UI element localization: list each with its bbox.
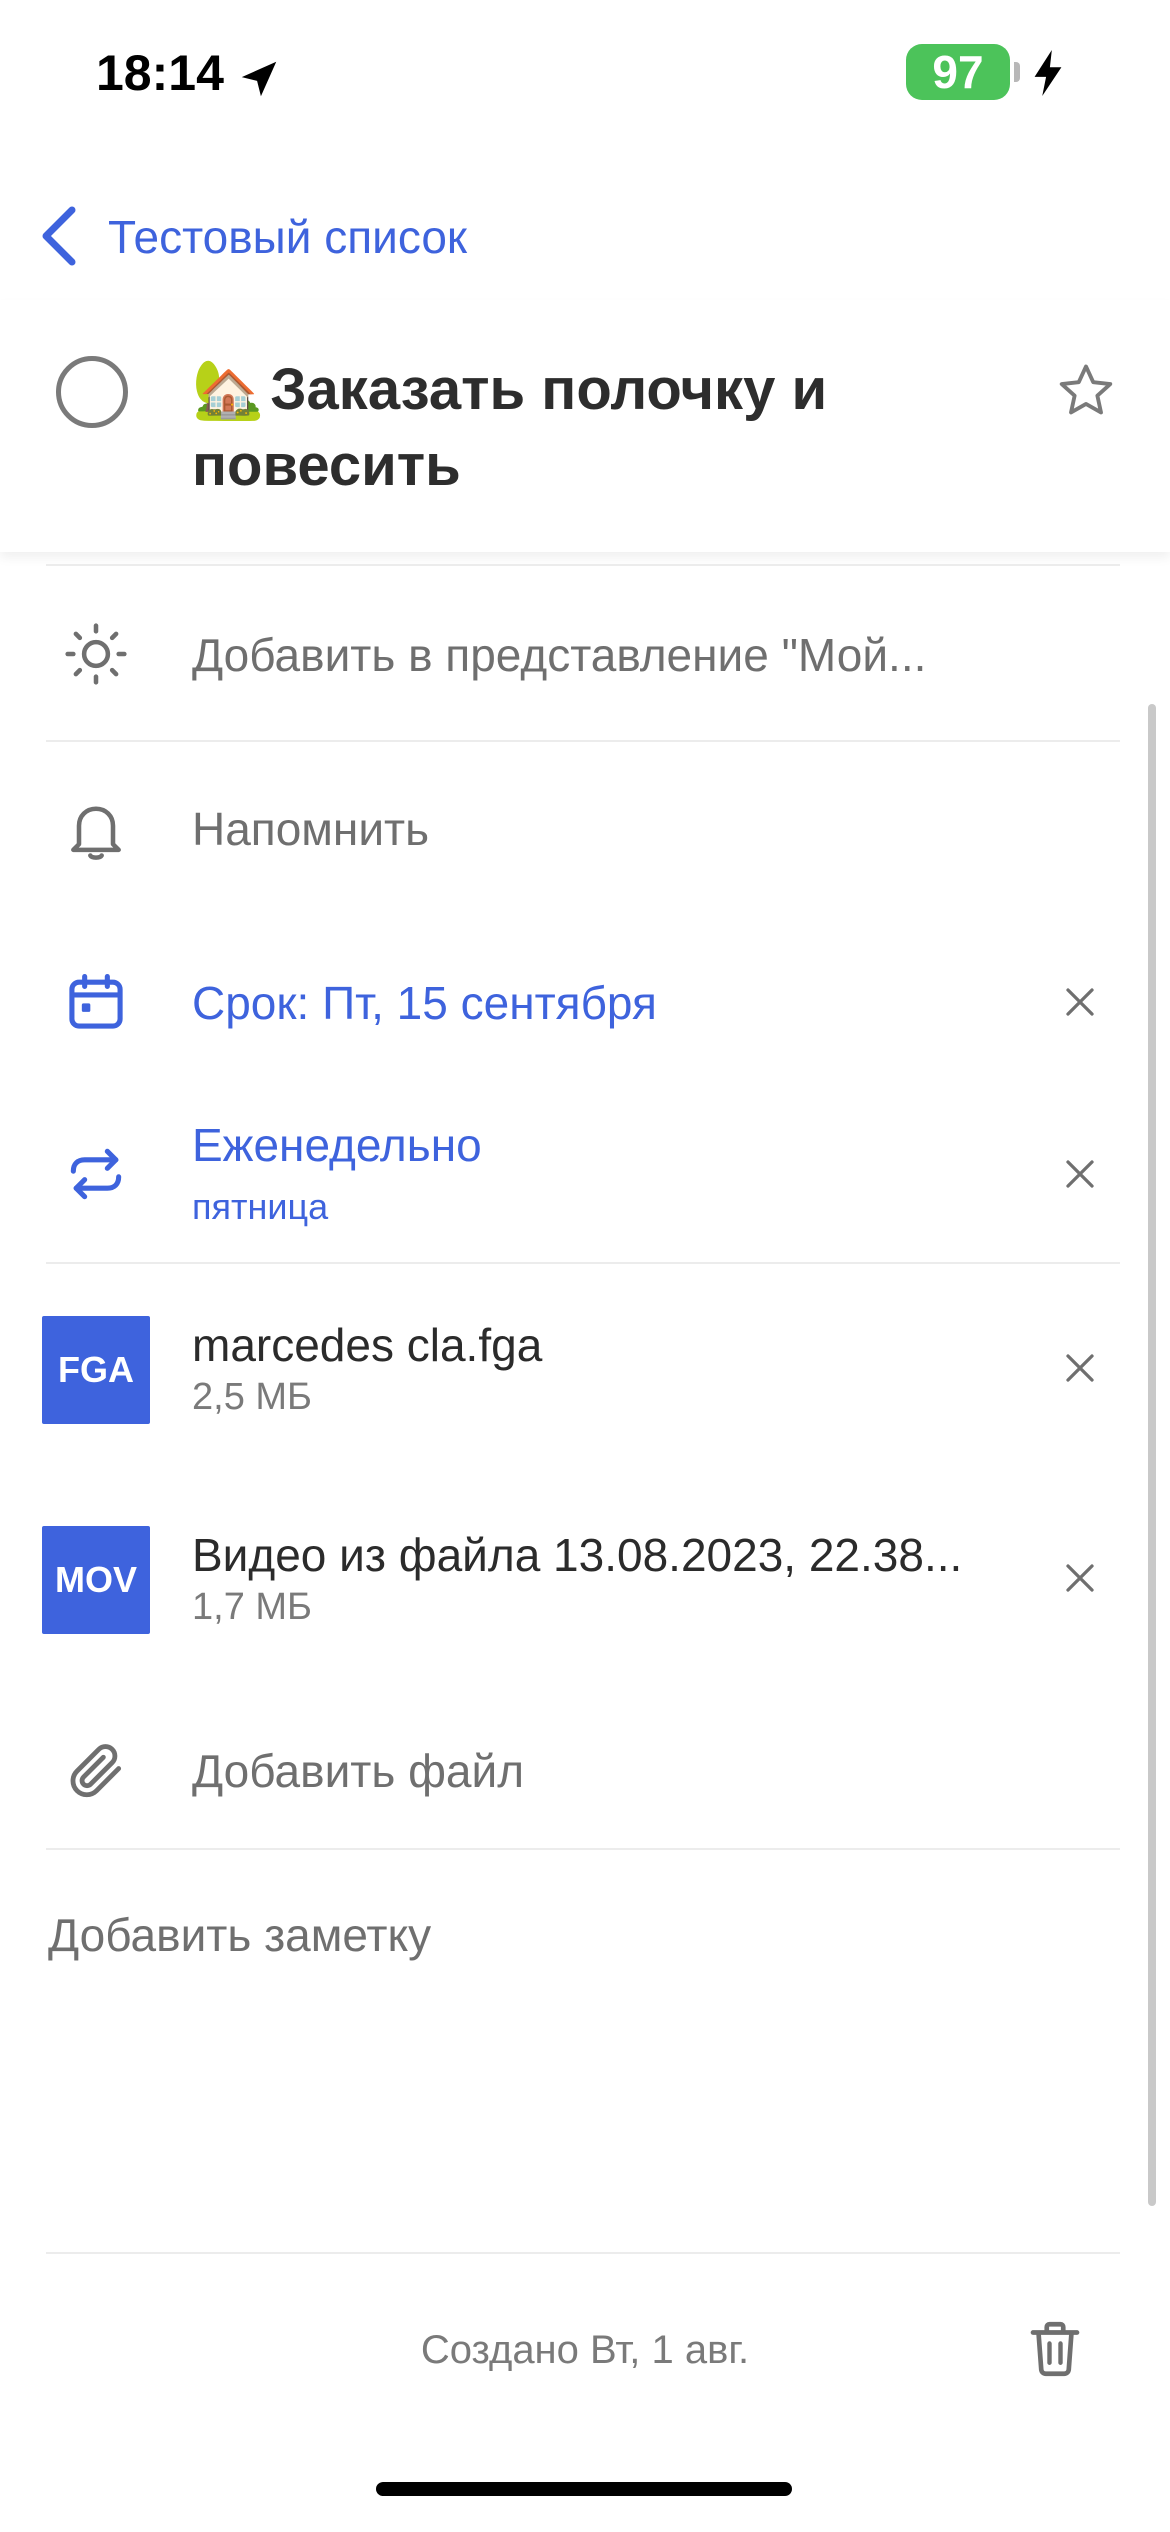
task-emoji: 🏡 <box>192 357 265 422</box>
location-arrow-icon <box>241 61 277 97</box>
divider <box>46 740 1120 742</box>
file-thumbnail[interactable]: MOV <box>42 1526 150 1634</box>
file-name[interactable]: Видео из файла 13.08.2023, 22.38... <box>192 1528 962 1582</box>
task-title[interactable]: 🏡 Заказать полочку и повесить <box>192 352 1022 504</box>
sun-icon <box>65 623 127 685</box>
file-size: 1,7 МБ <box>192 1586 312 1628</box>
scrollbar[interactable] <box>1148 704 1156 2206</box>
file-thumbnail[interactable]: FGA <box>42 1316 150 1424</box>
battery-indicator: 97 <box>906 44 1010 100</box>
back-chevron-icon[interactable] <box>40 206 80 266</box>
add-to-my-day-button[interactable]: Добавить в представление "Мой... <box>192 628 926 682</box>
remove-repeat-icon[interactable] <box>1062 1156 1098 1192</box>
trash-icon[interactable] <box>1022 2316 1088 2382</box>
divider <box>46 1848 1120 1850</box>
divider <box>46 1262 1120 1264</box>
repeat-icon <box>70 1148 122 1200</box>
complete-task-checkbox[interactable] <box>56 356 128 428</box>
status-time: 18:14 <box>96 45 224 101</box>
charging-bolt-icon <box>1034 50 1062 96</box>
divider <box>46 564 1120 566</box>
star-icon[interactable] <box>1055 360 1117 422</box>
repeat-button[interactable]: Еженедельно <box>192 1118 482 1172</box>
remove-due-date-icon[interactable] <box>1062 984 1098 1020</box>
home-indicator <box>376 2482 792 2496</box>
file-name[interactable]: marcedes cla.fga <box>192 1318 542 1372</box>
created-date: Создано Вт, 1 авг. <box>420 2328 750 2372</box>
add-note-field[interactable]: Добавить заметку <box>48 1908 431 1962</box>
remove-file-icon[interactable] <box>1062 1560 1098 1596</box>
repeat-day-label: пятница <box>192 1186 329 1227</box>
bell-icon <box>71 806 121 860</box>
due-date-button[interactable]: Срок: Пт, 15 сентября <box>192 976 657 1030</box>
divider <box>46 2252 1120 2254</box>
remind-button[interactable]: Напомнить <box>192 802 429 856</box>
remove-file-icon[interactable] <box>1062 1350 1098 1386</box>
task-title-text: Заказать полочку и повесить <box>192 357 828 498</box>
calendar-icon <box>69 973 123 1029</box>
battery-tip <box>1014 62 1020 82</box>
back-button[interactable]: Тестовый список <box>108 210 467 264</box>
paperclip-icon <box>70 1744 122 1798</box>
add-file-button[interactable]: Добавить файл <box>192 1744 524 1798</box>
file-size: 2,5 МБ <box>192 1376 312 1418</box>
